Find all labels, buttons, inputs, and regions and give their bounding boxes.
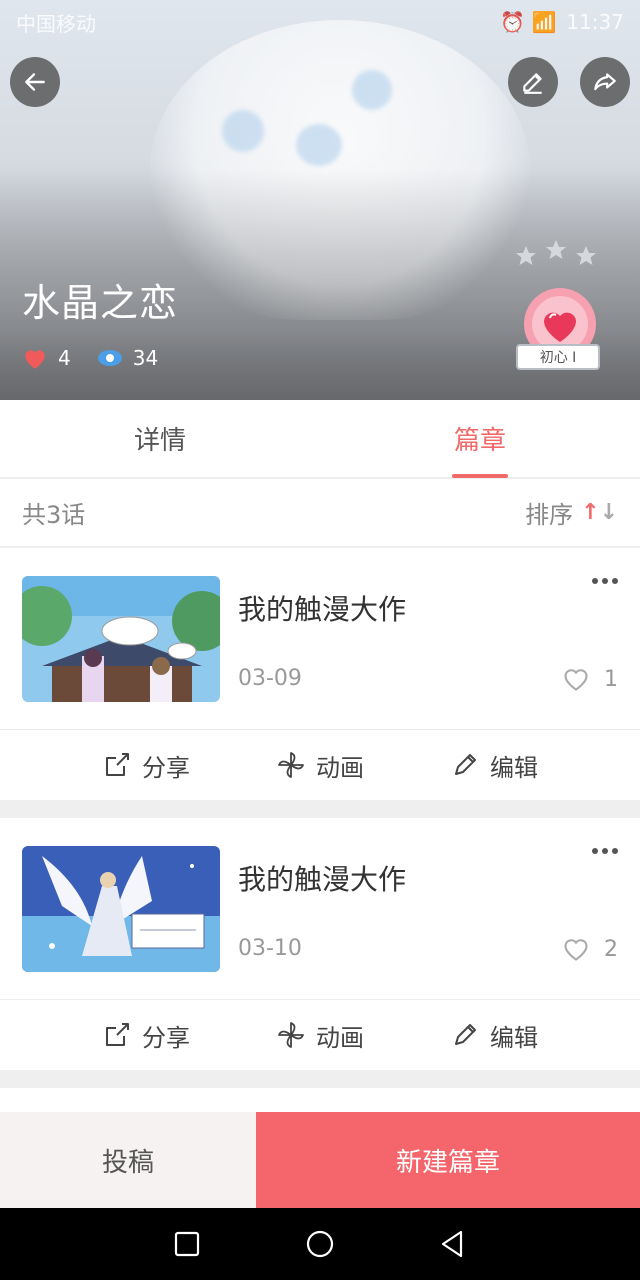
- share-comic-button[interactable]: [580, 57, 630, 107]
- level-badge[interactable]: 初心 I: [506, 240, 612, 372]
- share-box-icon: [106, 1023, 129, 1046]
- chapter-title: 我的触漫大作: [238, 863, 407, 896]
- share-box-icon: [106, 753, 129, 776]
- sort-arrows-icon: ↑↓: [581, 500, 618, 525]
- pencil-icon: [523, 73, 542, 94]
- pencil-icon: [455, 754, 476, 775]
- star-icon: [576, 246, 596, 265]
- edit-label: 编辑: [490, 753, 538, 782]
- cover-blob: [222, 110, 264, 152]
- edit-action-button[interactable]: 编辑: [407, 748, 581, 783]
- status-icons: ⏰ 📶: [500, 10, 557, 34]
- view-count: 34: [132, 346, 159, 370]
- sort-label: 排序: [525, 501, 574, 529]
- sort-button[interactable]: 排序 ↑↓: [525, 495, 618, 530]
- chapter-card: 我的触漫大作 03-10 2 分享 动画 编辑: [0, 818, 640, 1070]
- chapter-date: 03-09: [238, 666, 302, 691]
- heart-outline-icon: [564, 939, 588, 961]
- chapter-actions: 分享 动画 编辑: [0, 1000, 640, 1070]
- dot: [592, 848, 598, 854]
- dot: [612, 578, 618, 584]
- chapter-thumbnail-image: [22, 576, 220, 702]
- arrow-left-icon: [25, 73, 45, 91]
- dot: [592, 578, 598, 584]
- tab-bar: 详情 篇章: [0, 400, 640, 478]
- bottom-action-bar: 投稿 新建篇章: [0, 1112, 640, 1208]
- comic-header: 中国移动 ⏰ 📶 11:37 水晶之恋 4 34 初心 I: [0, 0, 640, 400]
- badge-stars: [514, 240, 598, 268]
- chapter-count: 共3话: [22, 501, 86, 529]
- comic-title: 水晶之恋: [22, 281, 179, 325]
- recent-apps-icon[interactable]: [171, 1228, 203, 1260]
- pinwheel-icon: [278, 1022, 304, 1048]
- badge-label: 初心 I: [516, 344, 600, 370]
- star-icon: [516, 246, 536, 265]
- pinwheel-icon: [278, 752, 304, 778]
- animation-action-button[interactable]: 动画: [233, 748, 407, 783]
- view-stat: 34: [97, 346, 158, 370]
- chapter-like-count: 1: [604, 666, 618, 692]
- dot: [612, 848, 618, 854]
- chapter-list-header: 共3话 排序 ↑↓: [0, 479, 640, 547]
- more-options-button[interactable]: [592, 848, 618, 854]
- chapter-card-body[interactable]: 我的触漫大作 03-10 2: [0, 818, 640, 1000]
- new-chapter-button[interactable]: 新建篇章: [256, 1112, 640, 1208]
- chapter-date: 03-10: [238, 936, 302, 961]
- dot: [602, 578, 608, 584]
- system-nav-bar: [0, 1208, 640, 1280]
- comic-stats: 4 34: [22, 346, 158, 370]
- eye-icon: [97, 350, 122, 366]
- edit-comic-button[interactable]: [508, 57, 558, 107]
- pencil-icon: [455, 1024, 476, 1045]
- tab-details[interactable]: 详情: [0, 400, 320, 477]
- carrier-text: 中国移动: [16, 11, 96, 36]
- chapter-actions: 分享 动画 编辑: [0, 730, 640, 800]
- chapter-card-body[interactable]: 我的触漫大作 03-09 1: [0, 548, 640, 730]
- chapter-thumbnail-image: [22, 846, 220, 972]
- home-icon[interactable]: [304, 1228, 336, 1260]
- cover-blob: [296, 124, 342, 166]
- heart-outline-icon: [564, 669, 588, 691]
- share-action-button[interactable]: 分享: [59, 1018, 233, 1053]
- edit-label: 编辑: [490, 1023, 538, 1052]
- chapter-thumbnail[interactable]: [22, 846, 220, 972]
- more-options-button[interactable]: [592, 578, 618, 584]
- chapter-title: 我的触漫大作: [238, 593, 407, 626]
- share-action-button[interactable]: 分享: [59, 748, 233, 783]
- animation-label: 动画: [316, 753, 364, 782]
- chapter-card-partial: [0, 1088, 640, 1112]
- heart-icon: [25, 350, 45, 369]
- edit-action-button[interactable]: 编辑: [407, 1018, 581, 1053]
- animation-label: 动画: [316, 1023, 364, 1052]
- share-label: 分享: [142, 753, 190, 782]
- status-bar: 中国移动 ⏰ 📶 11:37: [0, 0, 640, 44]
- share-arrow-icon: [594, 73, 616, 91]
- chapter-card: 我的触漫大作 03-09 1 分享 动画 编辑: [0, 548, 640, 800]
- back-triangle-icon[interactable]: [437, 1228, 469, 1260]
- tab-chapters[interactable]: 篇章: [320, 400, 640, 477]
- chapter-like-button[interactable]: 2: [562, 936, 618, 962]
- share-label: 分享: [142, 1023, 190, 1052]
- animation-action-button[interactable]: 动画: [233, 1018, 407, 1053]
- submit-button[interactable]: 投稿: [0, 1112, 256, 1208]
- chapter-like-count: 2: [604, 936, 618, 962]
- star-icon: [546, 240, 566, 259]
- chapter-like-button[interactable]: 1: [562, 666, 618, 692]
- like-stat: 4: [22, 346, 71, 370]
- status-time: 11:37: [566, 10, 624, 34]
- back-button[interactable]: [10, 57, 60, 107]
- cover-blob: [352, 70, 392, 110]
- dot: [602, 848, 608, 854]
- chapter-thumbnail[interactable]: [22, 576, 220, 702]
- like-count: 4: [58, 346, 71, 370]
